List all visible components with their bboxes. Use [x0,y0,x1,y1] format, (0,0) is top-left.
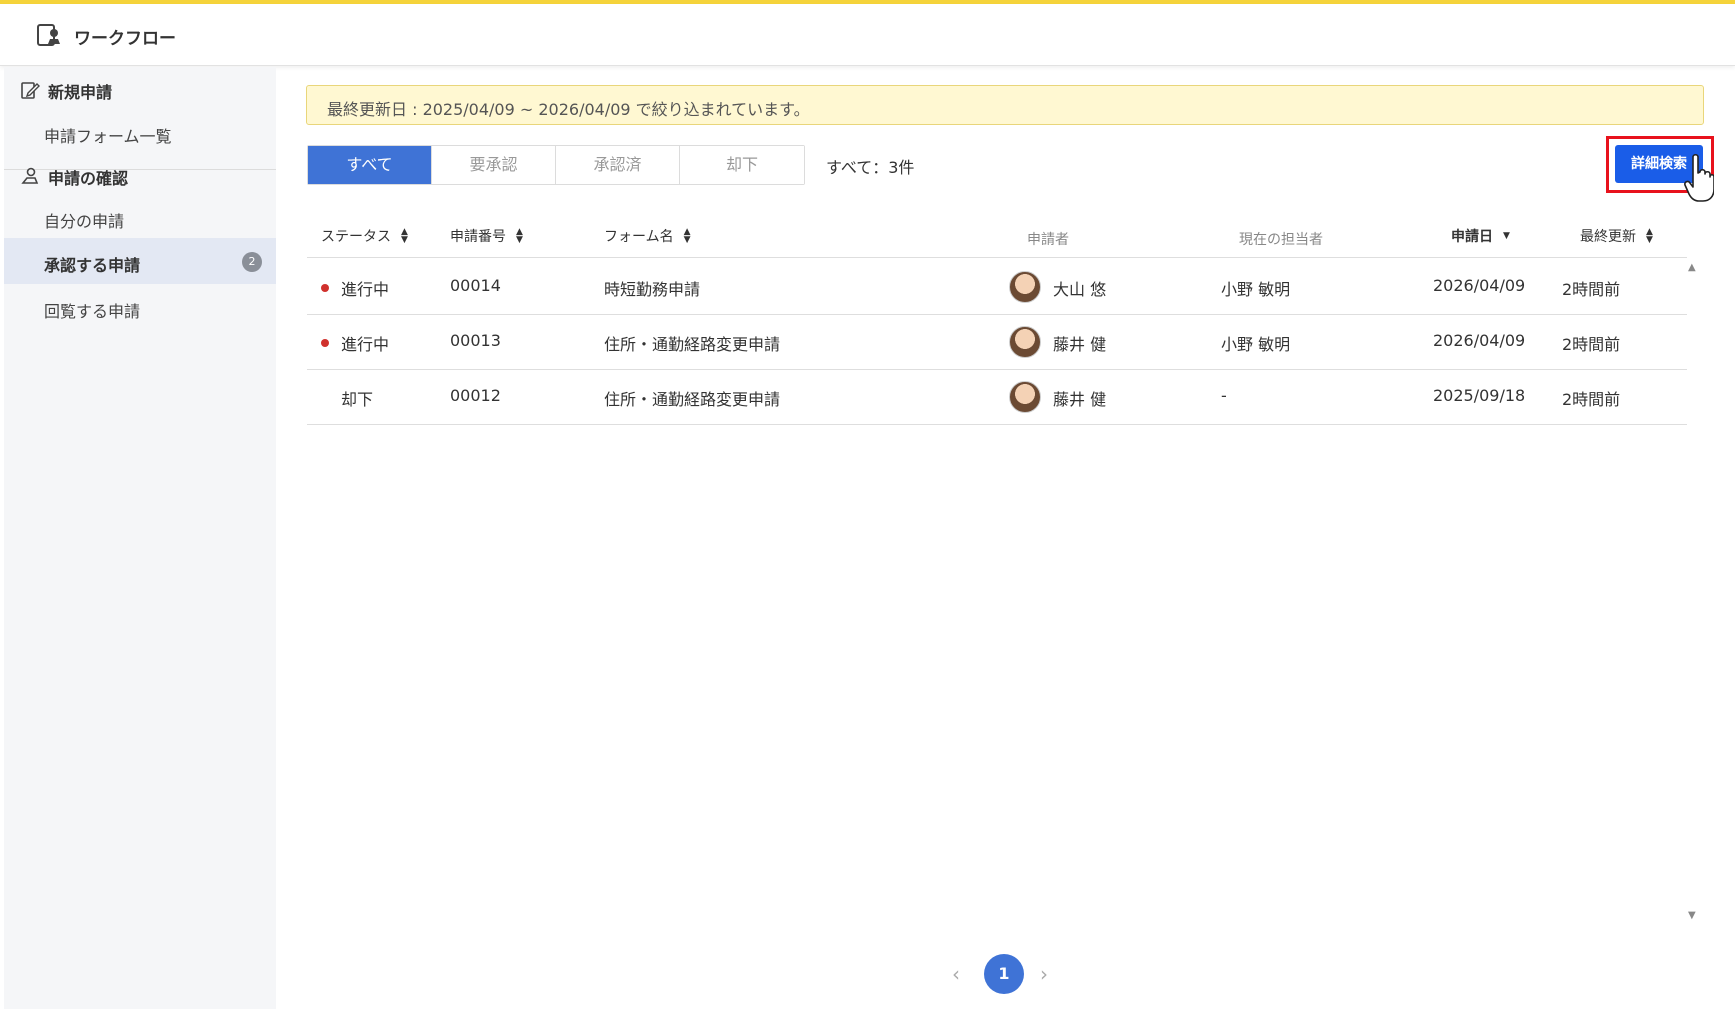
status-tabs: すべて 要承認 承認済 却下 [307,145,805,185]
column-header-label: ステータス [321,229,391,245]
avatar [1009,271,1041,303]
sidebar-item-my-requests[interactable]: 自分の申請 [4,194,276,240]
column-header-label: 申請日 [1451,229,1493,245]
sidebar-item-approve-requests[interactable]: 承認する申請 2 [4,238,276,284]
assignee-cell: 小野 敏明 [1221,335,1291,354]
column-header-label: 現在の担当者 [1239,232,1323,248]
applicant-cell: 藤井 健 [1053,335,1107,354]
column-header-applicant: 申請者 [1027,229,1069,249]
assignee-cell: - [1221,386,1227,405]
column-header-label: 申請番号 [450,229,506,245]
column-header-number[interactable]: 申請番号 ▲ ▼ [450,226,523,246]
status-cell: 進行中 [341,335,390,354]
table-row[interactable]: 却下 00012 住所・通勤経路変更申請 藤井 健 - 2025/09/18 2… [307,370,1687,425]
table-row[interactable]: 進行中 00014 時短勤務申請 大山 悠 小野 敏明 2026/04/09 2… [307,260,1687,315]
table-row[interactable]: 進行中 00013 住所・通勤経路変更申請 藤井 健 小野 敏明 2026/04… [307,315,1687,370]
sidebar-item-form-list[interactable]: 申請フォーム一覧 [4,109,276,155]
column-header-label: 最終更新 [1580,229,1636,245]
sidebar-item-label: 自分の申請 [44,212,125,231]
sidebar-item-label: 申請フォーム一覧 [44,127,172,146]
column-header-date[interactable]: 申請日 ▼ [1451,226,1510,246]
sidebar-item-label: 回覧する申請 [44,302,141,321]
sort-icon: ▲ ▼ [1646,227,1653,245]
column-header-label: 申請者 [1027,232,1069,248]
assignee-cell: 小野 敏明 [1221,280,1291,299]
sort-desc-icon: ▼ [1503,231,1510,241]
pagination: ‹ 1 › [952,954,1064,994]
count-badge: 2 [242,252,262,272]
column-header-form[interactable]: フォーム名 ▲ ▼ [604,226,691,246]
column-header-label: フォーム名 [604,229,674,245]
sidebar-item-circulate-requests[interactable]: 回覧する申請 [4,284,276,330]
edit-document-icon [21,82,40,99]
sidebar-section-confirm[interactable]: 申請の確認 [4,153,276,197]
status-dot [321,339,329,347]
chevron-right-icon[interactable]: › [1040,962,1048,986]
form-cell: 住所・通勤経路変更申請 [604,390,781,409]
date-cell: 2026/04/09 [1433,276,1526,295]
sidebar-section-new-request[interactable]: 新規申請 [4,67,276,111]
scroll-up-arrow-icon[interactable]: ▲ [1688,262,1696,273]
workflow-stamp-icon [37,24,60,46]
page-number-button[interactable]: 1 [984,954,1024,994]
chevron-left-icon[interactable]: ‹ [952,962,960,986]
status-cell: 却下 [341,390,374,409]
tab-all[interactable]: すべて [308,146,432,184]
applicant-cell: 大山 悠 [1053,280,1107,299]
sort-icon: ▲ ▼ [516,227,523,245]
date-cell: 2025/09/18 [1433,386,1526,405]
sidebar-section-label: 申請の確認 [48,169,129,188]
app-title: ワークフロー [74,29,176,49]
date-cell: 2026/04/09 [1433,331,1526,350]
avatar [1009,381,1041,413]
tab-approved[interactable]: 承認済 [556,146,680,184]
number-cell: 00013 [450,331,501,350]
hand-pointer-icon [1684,153,1714,202]
sidebar: 新規申請 申請フォーム一覧 申請の確認 自分の申請 承認する申請 2 回覧する申… [4,67,276,1009]
form-cell: 時短勤務申請 [604,280,701,299]
tab-needs-approval[interactable]: 要承認 [432,146,556,184]
table-header: ステータス ▲ ▼ 申請番号 ▲ ▼ フォーム名 ▲ ▼ 申請者 現在の担当者 申請日… [307,222,1687,258]
updated-cell: 2時間前 [1562,390,1621,409]
number-cell: 00014 [450,276,501,295]
status-dot [321,284,329,292]
result-count: すべて：3件 [826,158,915,177]
updated-cell: 2時間前 [1562,280,1621,299]
tab-rejected[interactable]: 却下 [680,146,804,184]
column-header-assignee: 現在の担当者 [1239,229,1323,249]
scroll-down-arrow-icon[interactable]: ▼ [1688,910,1696,921]
sidebar-section-label: 新規申請 [48,83,113,102]
app-header: ワークフロー [0,4,1735,66]
avatar [1009,326,1041,358]
applicant-cell: 藤井 健 [1053,390,1107,409]
column-header-status[interactable]: ステータス ▲ ▼ [321,226,408,246]
column-header-updated[interactable]: 最終更新 ▲ ▼ [1580,226,1653,246]
filter-notice-text: 最終更新日 : 2025/04/09 ~ 2026/04/09 で絞り込まれてい… [327,100,810,119]
filter-notice: 最終更新日 : 2025/04/09 ~ 2026/04/09 で絞り込まれてい… [306,85,1704,125]
number-cell: 00012 [450,386,501,405]
status-cell: 進行中 [341,280,390,299]
form-cell: 住所・通勤経路変更申請 [604,335,781,354]
sort-icon: ▲ ▼ [683,227,691,245]
sort-icon: ▲ ▼ [401,227,408,245]
updated-cell: 2時間前 [1562,335,1621,354]
sidebar-item-label: 承認する申請 [44,256,141,275]
stamp-icon [21,167,39,184]
